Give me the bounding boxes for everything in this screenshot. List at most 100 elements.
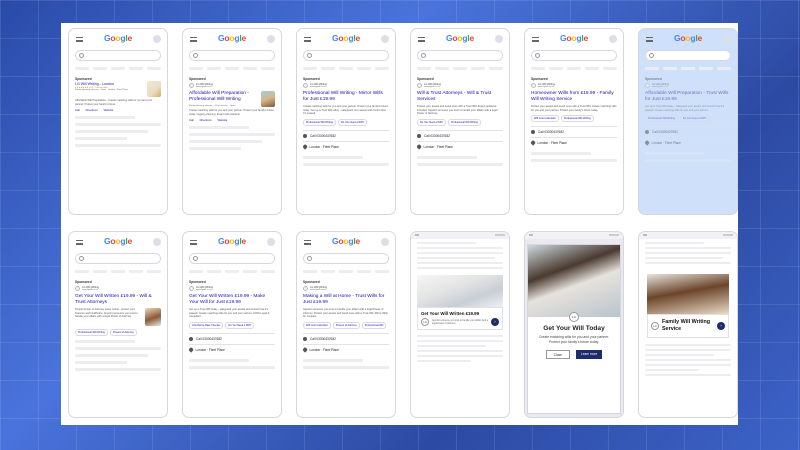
avatar[interactable] [267, 35, 275, 43]
arrow-right-icon[interactable]: › [491, 318, 499, 326]
search-tabs[interactable] [303, 270, 389, 273]
search-tabs[interactable] [303, 67, 389, 70]
phone-icon [645, 130, 649, 135]
sitelink-chip[interactable]: Will Cost Calculator [531, 115, 559, 123]
close-button[interactable]: Close [545, 350, 570, 360]
location-extension[interactable]: London · Fleet Place [644, 137, 731, 148]
search-tabs[interactable] [189, 67, 275, 70]
search-tabs[interactable] [75, 270, 161, 273]
native-ad-card[interactable]: LG Family Will Writing Service › [647, 314, 729, 338]
avatar[interactable] [381, 35, 389, 43]
call-button[interactable]: Call [75, 109, 80, 112]
lg-logo: LG [651, 321, 659, 330]
sitelink-chip[interactable]: Do You Need a Will? [417, 118, 446, 126]
location-extension[interactable]: London · Fleet Place [188, 343, 275, 355]
advertiser-favicon [531, 83, 536, 89]
sitelink-chip[interactable]: Inheritance Rate Checker [189, 321, 224, 329]
sitelink-chip[interactable]: Professional Will Writing [303, 118, 336, 126]
sitelink-chip[interactable]: Powers of Attorney [109, 329, 137, 337]
arrow-right-icon[interactable]: › [717, 321, 725, 330]
call-extension[interactable]: Call 03300437682 [531, 126, 617, 137]
map-thumbnail[interactable] [147, 81, 161, 97]
avatar[interactable] [723, 35, 731, 43]
directions-button[interactable]: Directions [86, 109, 98, 112]
avatar[interactable] [495, 35, 503, 43]
call-extension[interactable]: Call 03300437682 [303, 332, 389, 344]
sitelink-chip[interactable]: Powers of Attorney [332, 321, 360, 329]
call-extension[interactable]: Call 03300437682 [645, 126, 731, 137]
avatar[interactable] [267, 238, 275, 246]
display-ad-card[interactable]: Get Your Will Written £19.99 LG Appoint … [417, 307, 503, 330]
ad-headline[interactable]: Affordable Will Preparation - Trust Will… [645, 91, 731, 103]
phone-mockup-3: Google Sponsored LG Will Writing www.lgwi… [296, 28, 396, 215]
article-line [645, 373, 731, 376]
phone-mockup-8: Google Sponsored LG Will Writing www.lgwi… [182, 231, 282, 418]
organic-results-placeholder [531, 152, 617, 163]
sitelink-chip[interactable]: Professional Will [361, 321, 387, 329]
sitelink-chip[interactable]: Will Cost Calculator [303, 321, 331, 329]
location-extension[interactable]: London · Fleet Place [416, 140, 503, 152]
ad-headline[interactable]: Professional Will Writing - Mirror Wills… [303, 91, 389, 103]
sitelinks: Inheritance Rate Checker Do You Need a W… [189, 321, 275, 329]
search-input[interactable] [189, 253, 275, 264]
ad-headline[interactable]: Get Your Will Written £19.99 - Make Your… [189, 294, 275, 306]
learn-more-button[interactable]: Learn more [575, 350, 603, 360]
display-ad-image[interactable] [417, 275, 503, 307]
business-status: Estate planning attorney · Open · London… [75, 89, 129, 92]
search-input[interactable] [531, 50, 617, 61]
sitelink-chip[interactable]: Do You Need a Will? [337, 118, 367, 126]
lg-logo: LG [569, 312, 579, 322]
google-header: Google [69, 29, 167, 49]
mockup-board: Google Sponsored LG Will Writing - Londo… [61, 23, 738, 425]
call-extension[interactable]: Call 03300437682 [189, 332, 275, 344]
ad-image[interactable] [145, 308, 161, 327]
sitelinks: Will Cost Calculator Professional Will W… [531, 115, 617, 123]
sitelink-chip[interactable]: Professional Will Writing [447, 118, 481, 126]
search-input[interactable] [303, 253, 389, 264]
search-input[interactable] [645, 50, 731, 61]
native-ad-image[interactable] [647, 274, 729, 314]
ad-headline[interactable]: Affordable Will Preparation - Profession… [189, 91, 258, 103]
sitelink-chip[interactable]: Do You Need a Will? [225, 321, 255, 329]
search-tabs[interactable] [645, 67, 731, 70]
location-extension[interactable]: London · Fleet Place [530, 137, 617, 148]
search-tabs[interactable] [75, 67, 161, 70]
browser-bar [639, 232, 737, 239]
search-input[interactable] [75, 50, 161, 61]
avatar[interactable] [153, 238, 161, 246]
search-input[interactable] [75, 253, 161, 264]
sitelink-chip[interactable]: Do You Need a Will? [679, 115, 709, 123]
call-extension[interactable]: Call 03300437682 [417, 129, 503, 141]
directions-button[interactable]: Directions [200, 119, 212, 122]
advertiser-url: www.lgwill.co.uk [538, 86, 554, 89]
search-input[interactable] [303, 50, 389, 61]
ad-headline[interactable]: Homeowner Wills from £19.99 - Family Wil… [531, 91, 617, 103]
ad-headline[interactable]: Will & Trust Attorneys - Will & Trust Se… [417, 91, 503, 103]
avatar[interactable] [381, 238, 389, 246]
article-line [645, 358, 731, 361]
location-extension[interactable]: London · Fleet Place [302, 343, 389, 355]
search-tabs[interactable] [417, 67, 503, 70]
search-input[interactable] [189, 50, 275, 61]
sitelink-chip[interactable]: Professional Will Writing [75, 329, 108, 337]
avatar[interactable] [153, 35, 161, 43]
ad-image[interactable] [261, 91, 275, 108]
search-tabs[interactable] [189, 270, 275, 273]
website-button[interactable]: Website [218, 119, 228, 122]
article-line [417, 350, 503, 352]
location-pin-icon [302, 347, 308, 353]
sitelink-chip[interactable]: Professional Will Writing [645, 115, 678, 123]
ad-headline[interactable]: Making a Will at Home - Trust Wills for … [303, 294, 389, 306]
search-icon [307, 53, 312, 58]
advertiser-url: www.lgwill.co.uk [196, 289, 212, 292]
sitelink-chip[interactable]: Professional Will Writing [560, 115, 594, 123]
search-tabs[interactable] [531, 67, 617, 70]
interstitial-image[interactable] [528, 245, 620, 317]
call-extension[interactable]: Call 03300437682 [303, 129, 389, 141]
avatar[interactable] [609, 35, 617, 43]
call-button[interactable]: Call [189, 119, 194, 122]
search-input[interactable] [417, 50, 503, 61]
website-button[interactable]: Website [104, 109, 114, 112]
ad-headline[interactable]: Get Your Will Written £19.99 - Will & Tr… [75, 294, 161, 306]
location-extension[interactable]: London · Fleet Place [302, 140, 389, 152]
